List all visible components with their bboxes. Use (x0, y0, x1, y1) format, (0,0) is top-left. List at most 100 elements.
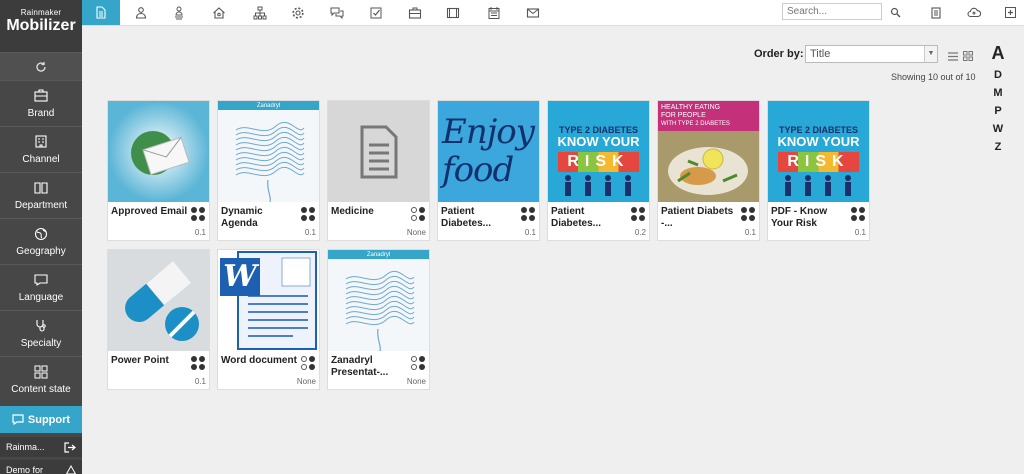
tab-checklist[interactable] (357, 0, 395, 25)
tab-envelope[interactable] (514, 0, 552, 25)
tab-person-tree[interactable] (160, 0, 198, 25)
content-card[interactable]: HEALTHY EATING FOR PEOPLE WITH TYPE 2 DIAB… (657, 100, 760, 241)
card-thumbnail[interactable] (108, 250, 209, 351)
content-card[interactable]: Zanadryl Zanadryl Presentat-... None (327, 249, 430, 390)
grid-view-icon (963, 51, 973, 61)
logout-icon[interactable] (64, 441, 76, 453)
card-thumbnail[interactable]: Enjoy food (438, 101, 539, 202)
card-version: None (296, 377, 316, 386)
content-card[interactable]: Enjoy food Patient Diabetes... 0.1 (437, 100, 540, 241)
tab-briefcase[interactable] (396, 0, 434, 25)
healthy-eating-thumbnail: HEALTHY EATING FOR PEOPLE WITH TYPE 2 DIAB… (658, 101, 759, 202)
sidebar-item-specialty[interactable]: Specialty (0, 310, 82, 356)
calendar-icon (488, 6, 500, 19)
people-figures (565, 175, 631, 196)
risk-line-2: KNOW YOUR (557, 134, 640, 149)
content-card[interactable]: Power Point 0.1 (107, 249, 210, 390)
card-thumbnail[interactable]: W (218, 250, 319, 351)
tab-house[interactable] (200, 0, 238, 25)
grid-view-button[interactable] (963, 48, 973, 66)
tab-person[interactable] (122, 0, 160, 25)
sidebar-item-content-state[interactable]: Content state (0, 356, 82, 402)
search-icon (890, 7, 900, 18)
tab-gear[interactable] (279, 0, 317, 25)
sidebar-item-label: Department (14, 200, 68, 211)
card-thumbnail[interactable]: Zanadryl (328, 250, 429, 351)
brand-strip: Zanadryl (218, 101, 319, 110)
alpha-letter[interactable]: D (990, 66, 1006, 84)
tab-calendar[interactable] (475, 0, 513, 25)
document-icon (96, 5, 106, 19)
plus-square-icon (1004, 7, 1016, 18)
support-button[interactable]: Support (0, 406, 82, 433)
sync-button[interactable] (0, 52, 82, 80)
card-title: Patient Diabets -... (661, 206, 734, 229)
sidebar-item-language[interactable]: Language (0, 264, 82, 310)
top-navigation (82, 0, 1024, 26)
card-thumbnail[interactable] (328, 101, 429, 202)
word-document-thumbnail: W (218, 250, 319, 351)
demo-row[interactable]: Demo for (0, 460, 82, 474)
content-card[interactable]: Medicine None (327, 100, 430, 241)
alpha-letter[interactable]: A (990, 40, 1006, 66)
add-button[interactable] (998, 0, 1022, 25)
user-row[interactable]: Rainma... (0, 437, 82, 457)
cloud-upload-icon (967, 7, 981, 18)
status-dots-icon (631, 207, 645, 221)
order-by-select[interactable]: Title ▼ (805, 45, 938, 63)
card-title: Patient Diabetes... (441, 206, 492, 229)
alpha-letter[interactable]: P (990, 102, 1006, 120)
brand-strip-label: Zanadryl (256, 102, 281, 109)
brain-thumbnail (218, 110, 319, 202)
sidebar-item-geography[interactable]: Geography (0, 218, 82, 264)
sidebar-item-label: Specialty (20, 338, 62, 349)
enjoy-food-thumbnail: Enjoy food (438, 101, 539, 202)
upload-button[interactable] (962, 0, 986, 25)
search-button[interactable] (883, 0, 907, 25)
card-title: Word document (221, 355, 297, 366)
card-title: Dynamic Agenda (221, 206, 263, 229)
people-figures (785, 175, 851, 196)
sidebar-item-department[interactable]: Department (0, 172, 82, 218)
content-card[interactable]: Approved Email 0.1 (107, 100, 210, 241)
brand-big: Mobilizer (6, 17, 76, 34)
card-thumbnail[interactable]: Zanadryl (218, 101, 319, 202)
showing-count: Showing 10 out of 10 (891, 72, 976, 82)
tab-film[interactable] (434, 0, 472, 25)
know-your-risk-thumbnail: TYPE 2 DIABETES KNOW YOUR RISK (548, 101, 649, 202)
card-title: Approved Email (111, 206, 188, 217)
notes-button[interactable] (924, 0, 948, 25)
content-card[interactable]: TYPE 2 DIABETES KNOW YOUR RISK PDF - Know Y… (767, 100, 870, 241)
list-view-button[interactable] (948, 48, 958, 66)
sidebar-item-brand[interactable]: Brand (0, 80, 82, 126)
card-title: Zanadryl Presentat-... (331, 355, 389, 378)
tab-chat[interactable] (318, 0, 356, 25)
alpha-letter[interactable]: M (990, 84, 1006, 102)
status-dots-icon (521, 207, 535, 221)
food-photo (658, 131, 759, 202)
app-logo: Rainmaker Mobilizer (0, 0, 82, 52)
content-card[interactable]: TYPE 2 DIABETES KNOW YOUR RISK Patient Diab… (547, 100, 650, 241)
book-icon (34, 182, 48, 194)
alpha-letter[interactable]: W (990, 120, 1006, 138)
support-label: Support (27, 413, 71, 426)
search-input[interactable] (782, 3, 882, 20)
card-thumbnail[interactable]: HEALTHY EATING FOR PEOPLE WITH TYPE 2 DIAB… (658, 101, 759, 202)
sidebar-item-channel[interactable]: Channel (0, 126, 82, 172)
order-by-value: Title (810, 48, 831, 60)
alpha-letter[interactable]: Z (990, 138, 1006, 156)
card-thumbnail[interactable]: TYPE 2 DIABETES KNOW YOUR RISK (548, 101, 649, 202)
content-card[interactable]: W Word document None (217, 249, 320, 390)
risk-line-3: RISK (778, 152, 859, 172)
status-dots-icon (301, 207, 315, 221)
card-version: None (406, 377, 426, 386)
chat-icon (330, 7, 344, 19)
card-thumbnail[interactable] (108, 101, 209, 202)
content-card[interactable]: Zanadryl Dynamic Agenda 0.1 (217, 100, 320, 241)
status-dots-icon (301, 356, 315, 370)
tab-document[interactable] (82, 0, 120, 25)
card-thumbnail[interactable]: TYPE 2 DIABETES KNOW YOUR RISK (768, 101, 869, 202)
house-icon (213, 6, 225, 19)
risk-line-1: TYPE 2 DIABETES (558, 125, 639, 135)
tab-org-chart[interactable] (241, 0, 279, 25)
